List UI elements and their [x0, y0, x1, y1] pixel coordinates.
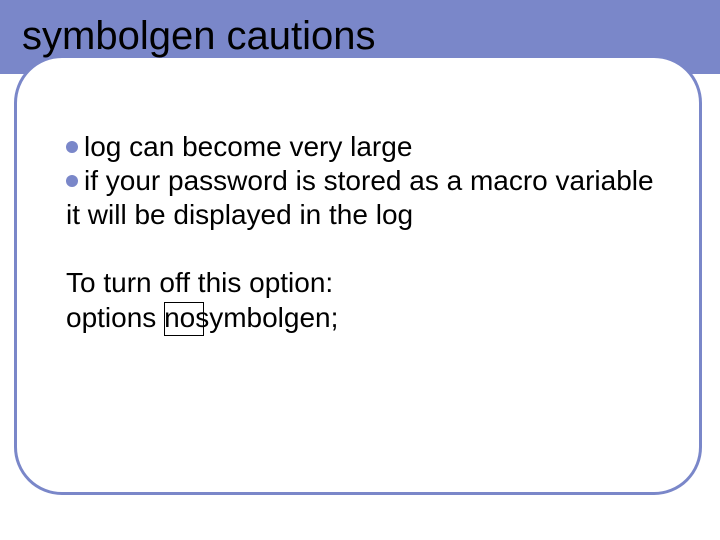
- slide-content: log can become very large if your passwo…: [66, 130, 666, 335]
- bullet-item: log can become very large: [66, 130, 666, 164]
- bullet-icon: [66, 141, 78, 153]
- bullet-icon: [66, 175, 78, 187]
- bullet-text: log can become very large: [84, 131, 412, 162]
- option-text: options nosymbolgen;: [66, 302, 338, 333]
- turn-off-block: To turn off this option: options nosymbo…: [66, 266, 666, 334]
- slide: symbolgen cautions log can become very l…: [0, 0, 720, 540]
- bullet-text: if your password is stored as a macro va…: [66, 165, 654, 230]
- bullet-item: if your password is stored as a macro va…: [66, 164, 666, 232]
- option-line: options nosymbolgen;: [66, 301, 666, 335]
- slide-title: symbolgen cautions: [22, 14, 376, 59]
- turn-off-heading: To turn off this option:: [66, 266, 666, 300]
